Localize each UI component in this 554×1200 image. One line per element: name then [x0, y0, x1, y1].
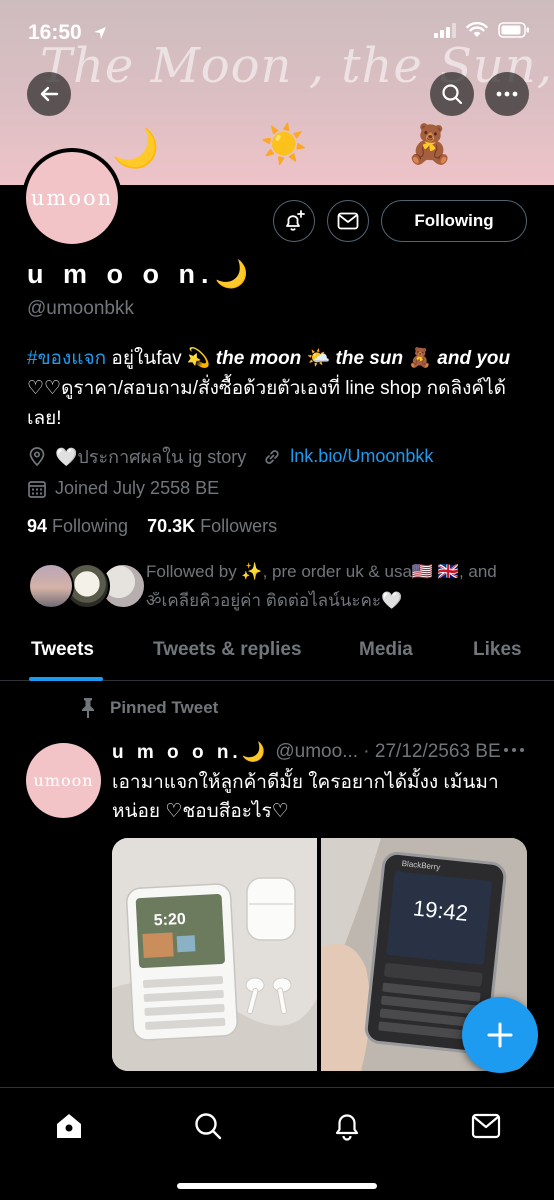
- phone-clock-text: 5:20: [153, 911, 186, 930]
- bell-icon: [335, 1114, 359, 1141]
- following-button[interactable]: Following: [381, 200, 527, 242]
- profile-meta-joined-row: Joined July 2558 BE: [27, 478, 219, 499]
- profile-tabs: Tweets Tweets & replies Media Likes: [0, 626, 554, 681]
- tab-media[interactable]: Media: [359, 639, 413, 661]
- home-icon: [57, 1114, 81, 1138]
- bio-hashtag-link[interactable]: #ของแจก: [27, 348, 106, 369]
- tab-likes[interactable]: Likes: [473, 639, 522, 661]
- more-dots-icon: [504, 748, 524, 752]
- nav-search[interactable]: [188, 1106, 228, 1146]
- battery-icon: [498, 22, 529, 38]
- more-options-button[interactable]: [485, 72, 529, 116]
- followed-by-avatars[interactable]: [28, 563, 146, 611]
- link-icon: [265, 449, 279, 464]
- calendar-icon: [28, 480, 46, 498]
- plus-icon: [487, 1022, 513, 1048]
- tweet-author-handle-date: @umoo... · 27/12/2563 BE: [275, 741, 501, 762]
- profile-website-link[interactable]: lnk.bio/Umoonbkk: [290, 446, 433, 467]
- message-button[interactable]: [327, 200, 369, 242]
- search-button[interactable]: [430, 72, 474, 116]
- tweet-more-button[interactable]: [503, 740, 525, 766]
- following-count: 94: [27, 516, 48, 536]
- back-button[interactable]: [27, 72, 71, 116]
- tweet-text: เอามาแจกให้ลูกค้าดีมั้ย ใครอยากได้มั้งง …: [112, 772, 499, 822]
- envelope-icon: [337, 212, 359, 230]
- pinned-tweet-label-row: Pinned Tweet: [78, 697, 218, 719]
- tab-tweets-and-replies[interactable]: Tweets & replies: [153, 639, 302, 661]
- active-tab-indicator: [29, 677, 103, 681]
- bio-text: 🌤️: [301, 348, 336, 369]
- search-icon: [442, 84, 463, 105]
- back-arrow-icon: [40, 86, 59, 102]
- followers-label: Followers: [195, 516, 278, 536]
- follower-avatar: [28, 563, 74, 609]
- avatar-logo-text: umoon: [30, 186, 114, 210]
- nav-messages[interactable]: [466, 1106, 506, 1146]
- location-pin-icon: [29, 446, 45, 466]
- tweet-author-name[interactable]: u m o o n.🌙: [112, 740, 269, 764]
- following-label: Following: [47, 516, 129, 536]
- bio-emphasis: and you: [437, 348, 511, 369]
- home-indicator: [177, 1183, 377, 1189]
- compose-tweet-button[interactable]: [462, 997, 538, 1073]
- bio-text: 🧸: [403, 348, 438, 369]
- followed-by-text[interactable]: Followed by ✨, pre order uk & usa🇺🇸 🇬🇧, …: [146, 557, 516, 615]
- moon-emoji: 🌙: [112, 128, 160, 170]
- followers-count: 70.3K: [147, 516, 196, 536]
- bio-emphasis: the moon: [215, 348, 302, 369]
- bio-emphasis: the sun: [335, 348, 404, 369]
- more-dots-icon: [496, 91, 518, 97]
- wifi-icon: [466, 22, 488, 37]
- bio-text-line2: ♡♡ดูราคา/สอบถาม/สั่งซื้อด้วยตัวเองที่ li…: [27, 378, 506, 429]
- pinned-tweet-label: Pinned Tweet: [110, 698, 219, 717]
- tweet-media-image-1[interactable]: 5:20: [112, 838, 317, 1071]
- profile-avatar[interactable]: umoon: [22, 148, 122, 248]
- followers-count-link[interactable]: 70.3K Followers: [147, 516, 277, 536]
- white-phone-photo: 5:20: [112, 838, 317, 1071]
- teddy-bear-emoji: 🧸: [406, 124, 454, 166]
- status-icons: [434, 22, 530, 38]
- profile-bio: #ของแจก อยู่ในfav 💫 the moon 🌤️ the sun …: [27, 344, 532, 434]
- bio-text: อยู่ในfav 💫: [106, 348, 216, 369]
- sun-emoji: ☀️: [260, 124, 308, 166]
- profile-meta-location-row: 🤍ประกาศผลใน ig story lnk.bio/Umoonbkk: [27, 442, 433, 471]
- follow-counts: 94 Following 70.3K Followers: [27, 516, 277, 537]
- profile-handle: @umoonbkk: [27, 298, 134, 319]
- bell-plus-icon: [286, 210, 305, 231]
- tweet-avatar-logo-text: umoon: [33, 771, 94, 790]
- search-icon: [195, 1113, 222, 1140]
- tweet-author-avatar[interactable]: umoon: [26, 743, 101, 818]
- notifications-subscribe-button[interactable]: [273, 200, 315, 242]
- tab-tweets[interactable]: Tweets: [31, 639, 94, 661]
- profile-joined-date: Joined July 2558 BE: [55, 478, 220, 498]
- profile-display-name: u m o o n.🌙: [27, 259, 255, 289]
- following-count-link[interactable]: 94 Following: [27, 516, 128, 536]
- status-time: 16:50: [28, 21, 82, 44]
- nav-notifications[interactable]: [327, 1106, 367, 1146]
- signal-icon: [434, 22, 456, 38]
- envelope-icon: [471, 1113, 501, 1139]
- nav-home[interactable]: [49, 1106, 89, 1146]
- location-arrow-icon: [94, 27, 106, 39]
- pin-icon: [82, 698, 94, 718]
- status-bar: 16:50: [0, 0, 554, 60]
- tweet-header: u m o o n.🌙 @umoo... · 27/12/2563 BE: [112, 740, 501, 764]
- profile-location: 🤍ประกาศผลใน ig story: [55, 447, 247, 467]
